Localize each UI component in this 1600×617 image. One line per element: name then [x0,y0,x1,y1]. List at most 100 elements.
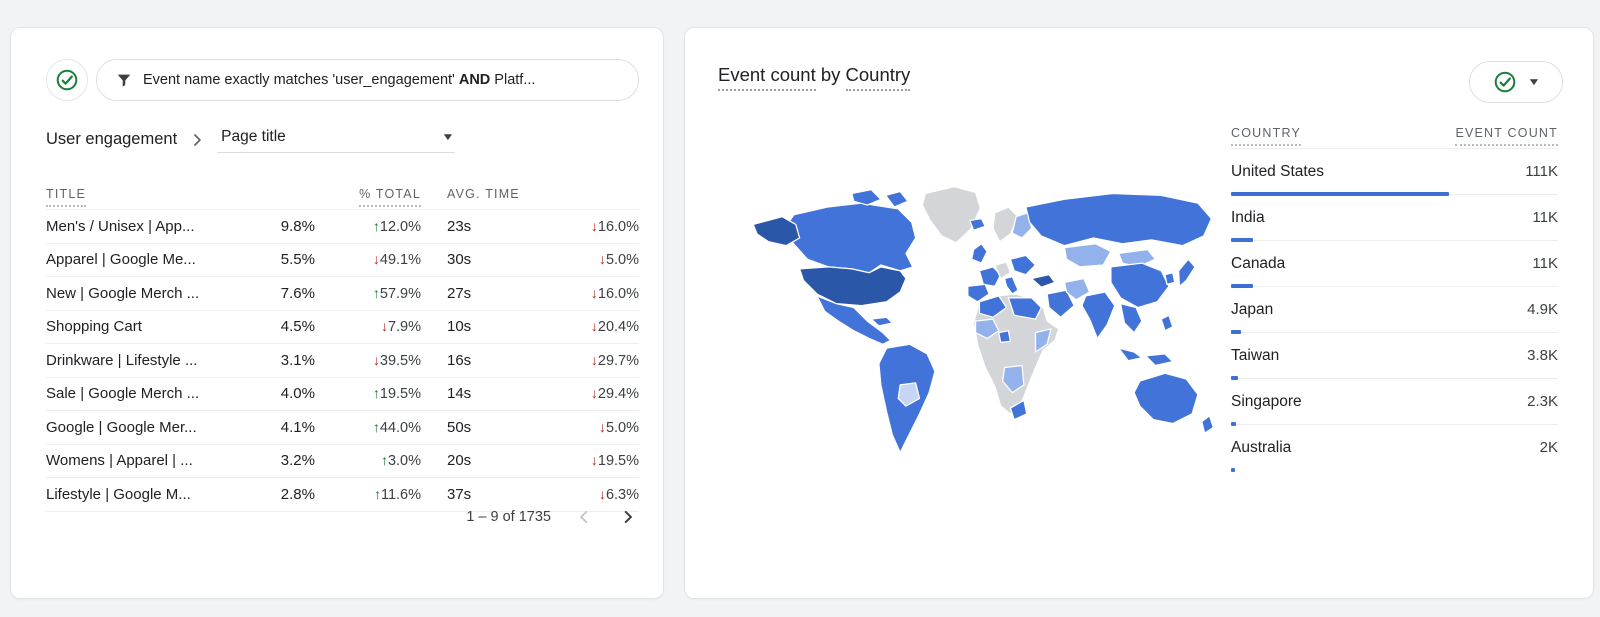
row-pct-change: ↑44.0% [315,419,421,436]
country-table-header: COUNTRY EVENT COUNT [1231,126,1558,149]
row-pct-total: 5.5% [243,251,315,268]
country-event-count: 4.9K [1527,301,1558,318]
row-pct-change: ↑57.9% [315,285,421,302]
row-pct-change: ↓49.1% [315,251,421,268]
table-row[interactable]: Apparel | Google Me... 5.5% ↓49.1% 30s ↓… [46,244,639,278]
filter-chip[interactable]: Event name exactly matches 'user_engagem… [96,59,639,101]
card-title-metric[interactable]: Event count [718,64,816,91]
country-event-count: 11K [1532,209,1558,226]
filter-applied-button[interactable] [46,59,88,101]
country-row[interactable]: Japan 4.9K [1231,287,1558,333]
row-pct-total: 4.5% [243,318,315,335]
country-event-count: 2K [1540,439,1558,456]
row-pct-total: 4.1% [243,419,315,436]
row-time-change: ↓6.3% [539,486,639,503]
pct-change-arrow: ↑ [373,385,380,401]
dimension-select-value: Page title [221,128,286,146]
row-title: Drinkware | Lifestyle ... [46,352,243,369]
column-header-title[interactable]: TITLE [46,187,86,201]
row-pct-total: 2.8% [243,486,315,503]
row-pct-change: ↑11.6% [315,486,421,503]
row-time-change: ↓29.4% [539,385,639,402]
row-time-change: ↓20.4% [539,318,639,335]
country-row[interactable]: United States 111K [1231,149,1558,195]
filter-funnel-icon [115,71,133,89]
country-table-body: United States 111K India 11K Canada 11K … [1231,149,1558,471]
time-change-arrow: ↓ [591,452,598,468]
row-title: Sale | Google Merch ... [46,385,243,402]
country-table: COUNTRY EVENT COUNT United States 111K I… [1231,126,1558,471]
table-row[interactable]: New | Google Merch ... 7.6% ↑57.9% 27s ↓… [46,277,639,311]
row-time-change: ↓16.0% [539,285,639,302]
time-change-arrow: ↓ [591,352,598,368]
country-row[interactable]: India 11K [1231,195,1558,241]
country-name: Japan [1231,301,1273,319]
chevron-right-icon [187,130,207,150]
country-row[interactable]: Australia 2K [1231,425,1558,471]
page-title-report-card: Event name exactly matches 'user_engagem… [10,27,664,599]
row-title: New | Google Merch ... [46,285,243,302]
row-avg-time: 16s [421,352,539,369]
check-circle-icon [1493,70,1517,94]
card-title-dimension[interactable]: Country [846,64,911,91]
pct-change-arrow: ↓ [373,251,380,267]
pct-change-arrow: ↓ [373,352,380,368]
pagination-label: 1 – 9 of 1735 [466,509,551,525]
row-title: Lifestyle | Google M... [46,486,243,503]
country-row[interactable]: Canada 11K [1231,241,1558,287]
country-name: Canada [1231,255,1285,273]
table-row[interactable]: Men's / Unisex | App... 9.8% ↑12.0% 23s … [46,210,639,244]
pagination-prev-button[interactable] [573,506,595,528]
country-bar [1231,468,1235,472]
pct-change-arrow: ↑ [373,419,380,435]
row-title: Apparel | Google Me... [46,251,243,268]
column-header-pct-total[interactable]: % TOTAL [359,187,421,201]
chevron-down-icon: ▼ [441,132,455,143]
chevron-down-icon: ▼ [1527,77,1541,88]
row-pct-total: 4.0% [243,385,315,402]
column-header-country[interactable]: COUNTRY [1231,126,1301,140]
country-name: United States [1231,163,1324,181]
row-time-change: ↓5.0% [539,251,639,268]
row-pct-change: ↓39.5% [315,352,421,369]
row-pct-total: 3.2% [243,452,315,469]
row-time-change: ↓29.7% [539,352,639,369]
time-change-arrow: ↓ [599,251,606,267]
column-header-avg-time[interactable]: AVG. TIME [421,187,520,201]
country-event-count: 11K [1532,255,1558,272]
table-row[interactable]: Womens | Apparel | ... 3.2% ↑3.0% 20s ↓1… [46,445,639,479]
pct-change-arrow: ↑ [381,452,388,468]
world-map-choropleth[interactable] [735,178,1220,468]
row-pct-change: ↑12.0% [315,218,421,235]
check-circle-icon [55,68,79,92]
row-avg-time: 37s [421,486,539,503]
table-row[interactable]: Google | Google Mer... 4.1% ↑44.0% 50s ↓… [46,411,639,445]
table-row[interactable]: Drinkware | Lifestyle ... 3.1% ↓39.5% 16… [46,344,639,378]
row-title: Men's / Unisex | App... [46,218,243,235]
card-filter-dropdown-button[interactable]: ▼ [1469,61,1563,103]
pct-change-arrow: ↑ [373,218,380,234]
time-change-arrow: ↓ [591,285,598,301]
country-name: India [1231,209,1265,227]
table-row[interactable]: Shopping Cart 4.5% ↓7.9% 10s ↓20.4% [46,311,639,345]
row-avg-time: 10s [421,318,539,335]
pagination-next-button[interactable] [617,506,639,528]
time-change-arrow: ↓ [599,419,606,435]
pagination: 1 – 9 of 1735 [466,506,639,528]
country-row[interactable]: Singapore 2.3K [1231,379,1558,425]
column-header-event-count[interactable]: EVENT COUNT [1455,126,1558,140]
row-title: Shopping Cart [46,318,243,335]
table-row[interactable]: Sale | Google Merch ... 4.0% ↑19.5% 14s … [46,378,639,412]
time-change-arrow: ↓ [591,385,598,401]
row-pct-total: 9.8% [243,218,315,235]
dimension-select[interactable]: Page title ▼ [217,126,455,153]
row-pct-change: ↑19.5% [315,385,421,402]
time-change-arrow: ↓ [591,318,598,334]
row-avg-time: 14s [421,385,539,402]
pct-change-arrow: ↑ [374,486,381,502]
country-name: Taiwan [1231,347,1279,365]
country-row[interactable]: Taiwan 3.8K [1231,333,1558,379]
row-time-change: ↓16.0% [539,218,639,235]
pct-change-arrow: ↑ [373,285,380,301]
breadcrumb-metric: User engagement [46,130,177,149]
